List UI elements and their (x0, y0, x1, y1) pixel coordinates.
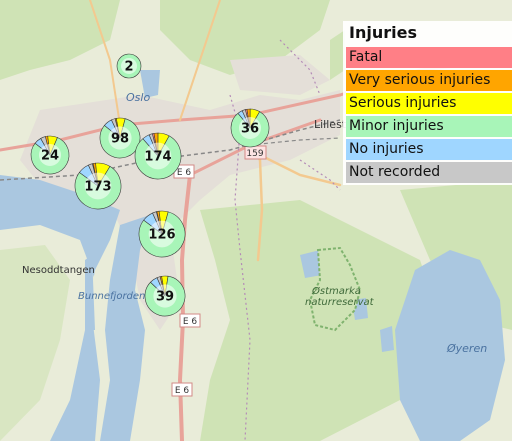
label-ostmarka: Østmarka (311, 285, 361, 297)
road-shield-159: 159 (244, 145, 267, 160)
svg-text:159: 159 (246, 149, 263, 159)
label-nesoddtangen: Nesoddtangen (22, 265, 95, 276)
cluster-marker[interactable]: 36 (230, 108, 270, 148)
cluster-count-label: 24 (41, 149, 59, 164)
cluster-count-label: 173 (84, 180, 111, 195)
svg-text:E 6: E 6 (175, 386, 190, 396)
cluster-marker[interactable]: 126 (138, 210, 186, 258)
cluster-marker[interactable]: 174 (134, 132, 182, 180)
legend-item-very-serious: Very serious injuries (346, 70, 512, 91)
road-shield-e6-middle: E 6 (179, 313, 201, 328)
cluster-marker[interactable]: 2 (116, 53, 142, 79)
legend-item-no-injuries: No injuries (346, 139, 512, 160)
cluster-count-label: 39 (156, 290, 174, 305)
cluster-count-label: 2 (124, 60, 133, 75)
road-shield-e6-south: E 6 (171, 382, 193, 397)
label-bunnefjorden: Bunnefjorden (78, 291, 145, 302)
cluster-marker[interactable]: 39 (144, 275, 186, 317)
legend-panel: Injuries Fatal Very serious injuries Serio… (343, 21, 512, 185)
legend-item-serious: Serious injuries (346, 93, 512, 114)
legend-item-minor: Minor injuries (346, 116, 512, 137)
label-oyeren: Øyeren (446, 342, 487, 355)
cluster-marker[interactable]: 24 (30, 135, 70, 175)
legend-item-fatal: Fatal (346, 47, 512, 68)
cluster-marker[interactable]: 173 (74, 162, 122, 210)
cluster-count-label: 174 (144, 150, 171, 165)
cluster-count-label: 36 (241, 122, 259, 137)
label-lillestrom: Lillest (314, 118, 347, 131)
cluster-count-label: 126 (148, 228, 175, 243)
legend-item-not-recorded: Not recorded (346, 162, 512, 183)
cluster-marker[interactable]: 98 (99, 117, 141, 159)
svg-text:E 6: E 6 (183, 317, 198, 327)
svg-text:E 6: E 6 (177, 168, 192, 178)
label-oslo: Oslo (126, 91, 150, 104)
legend-title: Injuries (349, 23, 417, 42)
label-naturreservat: naturreservat (305, 297, 375, 308)
cluster-count-label: 98 (111, 132, 129, 147)
